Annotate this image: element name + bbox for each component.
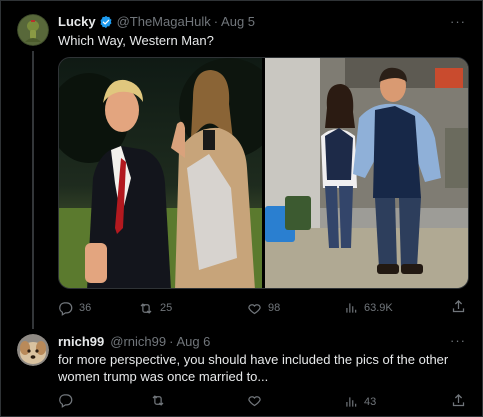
tweet-text-line: women trump was once married to... bbox=[58, 369, 269, 384]
tweet-text: for more perspective, you should have in… bbox=[58, 351, 448, 385]
tweet-media-grid[interactable] bbox=[58, 57, 469, 289]
separator-dot: · bbox=[213, 14, 219, 29]
reply-icon bbox=[59, 394, 73, 408]
retweet-button[interactable]: 25 bbox=[138, 299, 172, 317]
separator-dot: · bbox=[169, 334, 174, 349]
reply-count: 36 bbox=[79, 302, 92, 314]
tweet-date[interactable]: Aug 5 bbox=[221, 14, 255, 30]
views-count: 43 bbox=[364, 396, 377, 408]
verified-badge-icon bbox=[99, 15, 113, 29]
tweet-header: Lucky @TheMagaHulk · Aug 5 bbox=[58, 14, 255, 30]
more-icon[interactable]: ··· bbox=[450, 334, 466, 347]
display-name[interactable]: rnich99 bbox=[58, 334, 104, 350]
user-handle[interactable]: @TheMagaHulk bbox=[117, 14, 211, 30]
views-button[interactable]: 43 bbox=[344, 393, 376, 411]
avatar[interactable] bbox=[17, 334, 49, 366]
more-icon[interactable]: ··· bbox=[450, 15, 466, 28]
share-button[interactable] bbox=[451, 299, 472, 314]
like-count: 98 bbox=[268, 302, 281, 314]
reply-button[interactable] bbox=[58, 393, 79, 408]
retweet-button[interactable] bbox=[150, 393, 172, 408]
retweet-icon bbox=[140, 302, 152, 314]
like-button[interactable] bbox=[247, 393, 268, 408]
tweet-action-bar: 36 25 98 63.9K bbox=[58, 299, 469, 317]
tweet-text: Which Way, Western Man? bbox=[58, 33, 214, 48]
retweet-count: 25 bbox=[160, 302, 173, 314]
views-icon bbox=[346, 397, 357, 407]
tweet-action-bar: 43 bbox=[58, 393, 469, 411]
display-name[interactable]: Lucky bbox=[58, 14, 96, 30]
user-handle[interactable]: @rnich99 bbox=[110, 334, 166, 350]
tweet-photo-left[interactable] bbox=[59, 58, 262, 288]
reply-button[interactable]: 36 bbox=[58, 299, 91, 317]
retweet-icon bbox=[152, 395, 164, 406]
views-icon bbox=[346, 303, 357, 313]
tweet-photo-right[interactable] bbox=[264, 58, 468, 288]
thread-connector-line bbox=[32, 51, 34, 329]
views-count: 63.9K bbox=[364, 302, 393, 314]
tweet-text-line: for more perspective, you should have in… bbox=[58, 352, 449, 367]
like-icon bbox=[248, 396, 261, 407]
like-icon bbox=[248, 303, 261, 314]
avatar[interactable] bbox=[17, 14, 49, 46]
share-button[interactable] bbox=[451, 393, 472, 408]
timeline: Lucky @TheMagaHulk · Aug 5 ··· Which Way… bbox=[0, 0, 483, 417]
reply-icon bbox=[59, 301, 73, 316]
views-button[interactable]: 63.9K bbox=[344, 299, 393, 317]
tweet-header: rnich99 @rnich99 · Aug 6 bbox=[58, 334, 210, 350]
like-button[interactable]: 98 bbox=[247, 299, 280, 317]
share-icon bbox=[452, 393, 465, 407]
share-icon bbox=[452, 299, 465, 313]
tweet-date[interactable]: Aug 6 bbox=[176, 334, 210, 350]
